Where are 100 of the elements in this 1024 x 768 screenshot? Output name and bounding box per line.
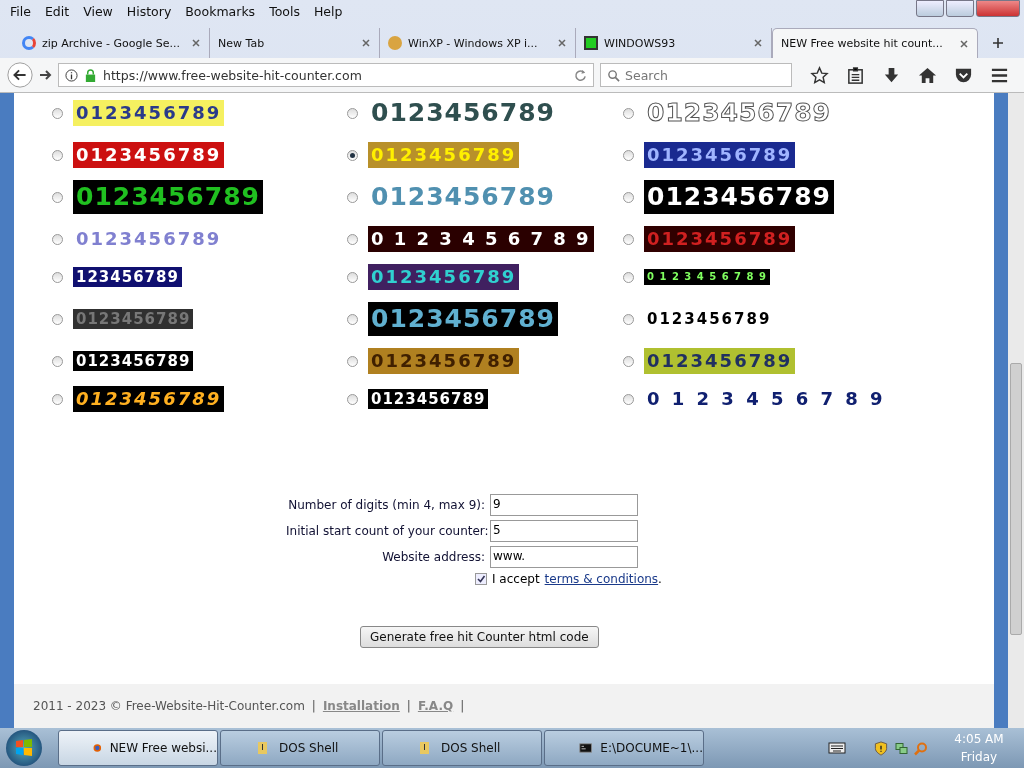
radio-button[interactable] — [623, 233, 634, 245]
counter-style-sample: 0123456789 — [646, 97, 832, 129]
counter-style-sample: 0123456789 — [73, 386, 225, 412]
radio-button[interactable] — [52, 313, 63, 325]
radio-button[interactable] — [52, 271, 63, 283]
radio-button[interactable] — [347, 107, 358, 119]
radio-button[interactable] — [347, 271, 358, 283]
field-label: Initial start count of your counter: — [286, 524, 485, 538]
close-icon[interactable] — [191, 38, 201, 48]
close-icon[interactable] — [753, 38, 763, 48]
counter-style-sample: 0123456789 — [644, 348, 796, 374]
clipboard-icon[interactable] — [846, 65, 865, 85]
counter-style-sample: 0123456789 — [368, 348, 520, 374]
counter-style-sample: 0123456789 — [646, 309, 773, 329]
shield-icon[interactable] — [874, 740, 888, 756]
radio-button[interactable] — [52, 191, 63, 203]
menu-item[interactable]: History — [119, 3, 179, 19]
keyboard-icon[interactable] — [828, 742, 846, 754]
menu-item[interactable]: Tools — [262, 3, 307, 19]
scrollbar[interactable] — [1008, 93, 1024, 728]
radio-button[interactable] — [347, 393, 358, 405]
radio-button[interactable] — [623, 107, 634, 119]
menu-item[interactable]: Help — [306, 3, 350, 19]
menu-item[interactable]: Bookmarks — [178, 3, 263, 19]
radio-button[interactable] — [52, 233, 63, 245]
counter-style-sample: 0123456789 — [368, 142, 520, 168]
console-icon — [579, 740, 593, 756]
browser-tab[interactable]: NEW Free website hit count... — [772, 28, 978, 58]
radio-button[interactable] — [623, 393, 634, 405]
magnifier-icon[interactable] — [914, 740, 928, 756]
address-bar[interactable]: https://www.free-website-hit-counter.com — [58, 63, 594, 87]
new-tab-icon[interactable] — [992, 37, 1004, 49]
radio-button[interactable] — [347, 149, 358, 161]
info-icon[interactable] — [65, 68, 78, 82]
counter-style-sample: 0 1 2 3 4 5 6 7 8 9 — [644, 269, 770, 285]
counter-style-sample: 0123456789 — [73, 142, 225, 168]
counter-style-sample: 0123456789 — [368, 302, 558, 336]
close-icon[interactable] — [959, 38, 969, 49]
period-text: . — [658, 572, 662, 586]
input-field[interactable]: www. — [490, 546, 638, 568]
radio-button[interactable] — [347, 233, 358, 245]
close-button[interactable] — [976, 0, 1020, 17]
network-icon[interactable] — [894, 740, 908, 756]
home-icon[interactable] — [918, 65, 937, 85]
restore-button[interactable] — [946, 0, 974, 17]
counter-style-sample: 0123456789 — [370, 181, 556, 213]
counter-style-sample: 0123456789 — [73, 180, 263, 214]
minimize-button[interactable] — [916, 0, 944, 17]
menu-item[interactable]: File — [3, 3, 38, 19]
forward-icon[interactable] — [38, 68, 52, 82]
radio-button[interactable] — [52, 107, 63, 119]
radio-button[interactable] — [623, 355, 634, 367]
close-icon[interactable] — [557, 38, 567, 48]
counter-style-sample: 123456789 — [73, 267, 182, 287]
radio-button[interactable] — [623, 313, 634, 325]
radio-button[interactable] — [52, 149, 63, 161]
separator-text: | — [311, 699, 316, 713]
copyright-text: 2011 - 2023 © Free-Website-Hit-Counter.com — [33, 699, 305, 713]
star-icon[interactable] — [810, 65, 829, 85]
lock-icon — [84, 68, 97, 82]
counter-style-sample: 0123456789 — [368, 389, 489, 409]
field-label: Website address: — [381, 550, 485, 564]
start-button[interactable] — [6, 730, 42, 766]
search-field[interactable]: Search — [600, 63, 792, 87]
counter-style-sample: 0123456789 — [73, 100, 225, 126]
radio-button[interactable] — [52, 393, 63, 405]
input-field[interactable]: 9 — [490, 494, 638, 516]
radio-button[interactable] — [623, 271, 634, 283]
checkbox[interactable] — [475, 573, 487, 585]
separator-text: | — [460, 699, 465, 713]
menu-item[interactable]: View — [76, 3, 120, 19]
radio-button[interactable] — [347, 191, 358, 203]
back-icon[interactable] — [6, 61, 34, 89]
radio-button[interactable] — [623, 149, 634, 161]
counter-style-sample: 0123456789 — [370, 97, 556, 129]
taskbar-button[interactable]: E:\DOCUME~1\... — [544, 730, 704, 766]
search-icon — [607, 68, 620, 82]
counter-style-sample: 0123456789 — [73, 351, 194, 371]
radio-button[interactable] — [347, 355, 358, 367]
counter-style-sample: 0123456789 — [644, 180, 834, 214]
close-icon[interactable] — [361, 38, 371, 48]
generate-button[interactable]: Generate free hit Counter html code — [360, 626, 599, 648]
counter-style-sample: 0123456789 — [644, 142, 796, 168]
radio-button[interactable] — [52, 355, 63, 367]
radio-button[interactable] — [623, 191, 634, 203]
counter-style-sample: 0123456789 — [644, 226, 796, 252]
windows-logo-icon — [14, 738, 34, 758]
taskbar-button[interactable]: DOS Shell — [220, 730, 380, 766]
pixel-icon — [584, 36, 598, 50]
counter-style-sample: 0123456789 — [75, 227, 223, 251]
menu-item[interactable]: Edit — [37, 3, 77, 19]
input-field[interactable]: 5 — [490, 520, 638, 542]
counter-style-sample: 0123456789 — [73, 309, 194, 329]
counter-style-sample: 0 1 2 3 4 5 6 7 8 9 — [646, 387, 887, 411]
counter-style-sample: 0 1 2 3 4 5 6 7 8 9 — [368, 226, 594, 252]
taskbar-button[interactable]: NEW Free websi... — [58, 730, 218, 766]
radio-button[interactable] — [347, 313, 358, 325]
reload-icon[interactable] — [574, 68, 587, 82]
taskbar-button[interactable]: DOS Shell — [382, 730, 542, 766]
counter-style-sample: 0123456789 — [368, 264, 520, 290]
